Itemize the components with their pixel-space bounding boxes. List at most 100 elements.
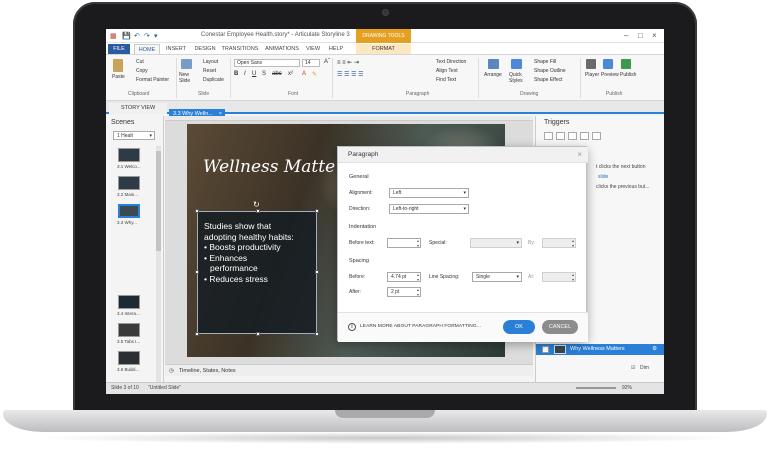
font-color-icon[interactable]: A bbox=[302, 71, 306, 77]
slide-thumbnail[interactable] bbox=[118, 323, 140, 337]
font-name-combo[interactable]: Open Sans bbox=[234, 59, 300, 67]
zoom-slider[interactable] bbox=[576, 387, 616, 389]
format-painter-button[interactable]: Format Painter bbox=[136, 77, 169, 83]
slide-title[interactable]: Wellness Matte bbox=[203, 157, 335, 177]
paste-trigger-icon[interactable] bbox=[580, 132, 589, 140]
tab-story-view[interactable]: STORY VIEW bbox=[109, 103, 167, 114]
tab-home[interactable]: HOME bbox=[134, 44, 160, 54]
selected-textbox[interactable]: Studies show that adopting healthy habit… bbox=[195, 200, 319, 336]
paste-icon[interactable] bbox=[113, 59, 123, 72]
spinner-icon[interactable]: ▴ ▾ bbox=[572, 272, 574, 282]
resize-handle[interactable] bbox=[195, 332, 199, 336]
by-input[interactable]: ▴ ▾ bbox=[542, 238, 576, 248]
highlight-icon[interactable]: ✎ bbox=[312, 71, 317, 78]
learn-more-link[interactable]: LEARN MORE ABOUT PARAGRAPH FORMATTING... bbox=[360, 324, 481, 329]
slide-thumbnail[interactable] bbox=[118, 295, 140, 309]
spinner-icon[interactable]: ▴ ▾ bbox=[572, 238, 574, 248]
publish-icon[interactable] bbox=[621, 59, 631, 69]
slide-thumbnail[interactable] bbox=[118, 148, 140, 162]
publish-button[interactable]: Publish bbox=[620, 72, 636, 78]
preview-icon[interactable] bbox=[603, 59, 613, 69]
spinner-icon[interactable]: ▴ ▾ bbox=[417, 238, 419, 248]
slide-thumbnail-selected[interactable] bbox=[118, 204, 140, 218]
timeline-toggle[interactable]: ◷ Timeline, States, Notes bbox=[165, 364, 533, 376]
before-text-input[interactable]: ▴ ▾ bbox=[387, 238, 421, 248]
resize-handle[interactable] bbox=[315, 270, 319, 274]
player-button[interactable]: Player bbox=[585, 72, 599, 78]
spacing-before-input[interactable]: 4.74 pt ▴ ▾ bbox=[387, 272, 421, 282]
tab-design[interactable]: DESIGN bbox=[192, 44, 218, 54]
slide-thumbnail[interactable] bbox=[118, 176, 140, 190]
tab-help[interactable]: HELP bbox=[326, 44, 346, 54]
maximize-icon[interactable]: □ bbox=[638, 31, 643, 40]
tab-insert[interactable]: INSERT bbox=[162, 44, 190, 54]
cancel-button[interactable]: CANCEL bbox=[542, 320, 578, 334]
gear-icon[interactable]: ⚙ bbox=[652, 344, 657, 355]
preview-button[interactable]: Preview bbox=[601, 72, 619, 78]
rotate-handle-icon[interactable]: ↻ bbox=[253, 200, 260, 211]
scrollbar-thumb[interactable] bbox=[156, 151, 161, 251]
player-icon[interactable] bbox=[586, 59, 596, 69]
resize-handle[interactable] bbox=[195, 270, 199, 274]
resize-handle[interactable] bbox=[315, 332, 319, 336]
arrange-icon[interactable] bbox=[488, 59, 499, 69]
reset-button[interactable]: Reset bbox=[203, 68, 216, 74]
minimize-icon[interactable]: – bbox=[624, 31, 628, 40]
paste-button[interactable]: Paste bbox=[112, 74, 125, 80]
at-input[interactable]: ▴ ▾ bbox=[542, 272, 576, 282]
underline-icon[interactable]: U bbox=[252, 71, 256, 77]
shape-fill-button[interactable]: Shape Fill bbox=[534, 59, 556, 65]
edit-trigger-icon[interactable] bbox=[556, 132, 565, 140]
trigger-link[interactable]: slide bbox=[598, 174, 608, 180]
superscript-icon[interactable]: x² bbox=[288, 71, 293, 77]
ok-button[interactable]: OK bbox=[503, 320, 535, 334]
quick-styles-button[interactable]: Quick Styles bbox=[509, 72, 525, 84]
tab-file[interactable]: FILE bbox=[108, 44, 130, 54]
italic-icon[interactable]: I bbox=[244, 71, 246, 77]
grow-font-icon[interactable]: Aˆ bbox=[324, 59, 330, 65]
tab-view[interactable]: VIEW bbox=[304, 44, 322, 54]
copy-trigger-icon[interactable] bbox=[568, 132, 577, 140]
resize-handle[interactable] bbox=[256, 332, 260, 336]
close-icon[interactable]: × bbox=[652, 31, 657, 40]
bold-icon[interactable]: B bbox=[234, 71, 238, 77]
slide-thumbnail[interactable] bbox=[118, 351, 140, 365]
redo-icon[interactable]: ↷ bbox=[144, 32, 150, 40]
find-text-button[interactable]: Find Text bbox=[436, 77, 456, 83]
alignment-icons[interactable]: ☰ ☰ ☰ ☰ bbox=[337, 71, 364, 78]
customize-icon[interactable]: ▾ bbox=[154, 32, 158, 40]
dim-checkbox[interactable]: ☑ bbox=[631, 365, 635, 371]
line-spacing-select[interactable]: Single ▾ bbox=[472, 272, 522, 282]
resize-handle[interactable] bbox=[195, 209, 199, 213]
delete-trigger-icon[interactable] bbox=[592, 132, 601, 140]
shape-effect-button[interactable]: Shape Effect bbox=[534, 77, 563, 83]
spinner-icon[interactable]: ▴ ▾ bbox=[417, 287, 419, 297]
trigger-line[interactable]: clicks the previous but... bbox=[596, 184, 649, 190]
scene-select[interactable]: 1 Healt ▾ bbox=[113, 131, 155, 140]
arrange-button[interactable]: Arrange bbox=[484, 72, 502, 78]
resize-handle[interactable] bbox=[315, 209, 319, 213]
strikethrough-icon[interactable]: abc bbox=[272, 71, 282, 77]
copy-button[interactable]: Copy bbox=[136, 68, 148, 74]
spinner-icon[interactable]: ▴ ▾ bbox=[417, 272, 419, 282]
save-icon[interactable]: 💾 bbox=[122, 32, 131, 40]
undo-icon[interactable]: ↶ bbox=[134, 32, 140, 40]
text-direction-button[interactable]: Text Direction bbox=[436, 59, 466, 65]
scenes-scrollbar[interactable] bbox=[156, 146, 161, 382]
shadow-icon[interactable]: S bbox=[262, 71, 266, 77]
tab-format[interactable]: FORMAT bbox=[356, 44, 411, 54]
layer-checkbox[interactable] bbox=[542, 346, 549, 353]
new-slide-icon[interactable] bbox=[181, 59, 192, 69]
bullets-icon[interactable]: ≡ ≡ ⇤ ⇥ bbox=[337, 59, 359, 66]
layout-button[interactable]: Layout bbox=[203, 59, 218, 65]
font-size-combo[interactable]: 14 bbox=[302, 59, 320, 67]
close-icon[interactable]: × bbox=[577, 150, 582, 159]
alignment-select[interactable]: Left ▾ bbox=[389, 188, 469, 198]
special-select[interactable]: ▾ bbox=[470, 238, 522, 248]
quick-styles-icon[interactable] bbox=[511, 59, 522, 69]
new-trigger-icon[interactable] bbox=[544, 132, 553, 140]
duplicate-button[interactable]: Duplicate bbox=[203, 77, 224, 83]
tab-animations[interactable]: ANIMATIONS bbox=[262, 44, 302, 54]
shape-outline-button[interactable]: Shape Outline bbox=[534, 68, 566, 74]
layer-row-selected[interactable]: Why Wellness Matters ⚙ bbox=[536, 344, 664, 355]
